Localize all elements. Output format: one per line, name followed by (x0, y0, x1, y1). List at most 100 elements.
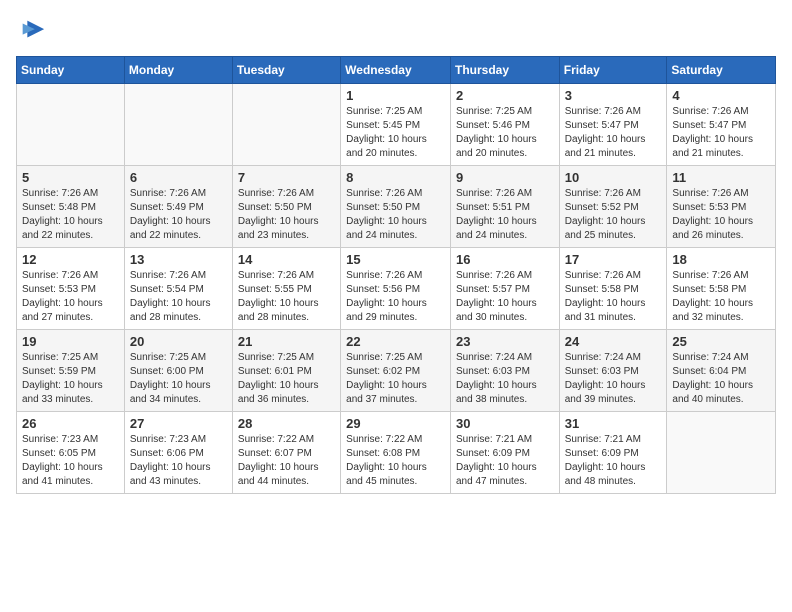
day-number: 18 (672, 252, 770, 267)
day-number: 13 (130, 252, 227, 267)
weekday-header-monday: Monday (124, 57, 232, 84)
day-info: Sunrise: 7:25 AMSunset: 5:59 PMDaylight:… (22, 351, 119, 407)
day-cell-24: 24Sunrise: 7:24 AMSunset: 6:03 PMDayligh… (559, 330, 667, 412)
day-cell-30: 30Sunrise: 7:21 AMSunset: 6:09 PMDayligh… (450, 412, 559, 494)
day-number: 4 (672, 88, 770, 103)
day-number: 22 (346, 334, 445, 349)
day-cell-15: 15 Sunrise: 7:26 AMSunset: 5:56 PMDayligh… (341, 248, 451, 330)
day-cell-29: 29 Sunrise: 7:22 AMSunset: 6:08 PMDayligh… (341, 412, 451, 494)
day-info: Sunrise: 7:26 AMSunset: 5:50 PMDaylight:… (346, 187, 445, 243)
day-info: Sunrise: 7:25 AMSunset: 6:02 PMDaylight:… (346, 351, 445, 407)
day-cell-2: 2 Sunrise: 7:25 AMSunset: 5:46 PMDaylight… (450, 84, 559, 166)
day-cell-1: 1 Sunrise: 7:25 AMSunset: 5:45 PMDaylight… (341, 84, 451, 166)
day-info: Sunrise: 7:26 AMSunset: 5:51 PMDaylight:… (456, 187, 554, 243)
day-number: 24 (565, 334, 662, 349)
week-row-1: 1 Sunrise: 7:25 AMSunset: 5:45 PMDaylight… (17, 84, 776, 166)
logo (16, 16, 46, 44)
day-cell-4: 4 Sunrise: 7:26 AMSunset: 5:47 PMDaylight… (667, 84, 776, 166)
week-row-4: 19 Sunrise: 7:25 AMSunset: 5:59 PMDayligh… (17, 330, 776, 412)
weekday-header-saturday: Saturday (667, 57, 776, 84)
day-number: 12 (22, 252, 119, 267)
weekday-header-tuesday: Tuesday (232, 57, 340, 84)
day-cell-8: 8 Sunrise: 7:26 AMSunset: 5:50 PMDaylight… (341, 166, 451, 248)
day-cell-19: 19 Sunrise: 7:25 AMSunset: 5:59 PMDayligh… (17, 330, 125, 412)
day-number: 28 (238, 416, 335, 431)
day-number: 1 (346, 88, 445, 103)
day-number: 14 (238, 252, 335, 267)
day-info: Sunrise: 7:24 AMSunset: 6:03 PMDaylight:… (456, 351, 554, 407)
day-cell-21: 21 Sunrise: 7:25 AMSunset: 6:01 PMDayligh… (232, 330, 340, 412)
day-cell-27: 27 Sunrise: 7:23 AMSunset: 6:06 PMDayligh… (124, 412, 232, 494)
day-cell-7: 7Sunrise: 7:26 AMSunset: 5:50 PMDaylight… (232, 166, 340, 248)
day-cell-18: 18 Sunrise: 7:26 AMSunset: 5:58 PMDayligh… (667, 248, 776, 330)
day-cell-5: 5 Sunrise: 7:26 AMSunset: 5:48 PMDaylight… (17, 166, 125, 248)
day-info: Sunrise: 7:26 AMSunset: 5:58 PMDaylight:… (565, 269, 662, 325)
day-cell-12: 12Sunrise: 7:26 AMSunset: 5:53 PMDayligh… (17, 248, 125, 330)
day-number: 26 (22, 416, 119, 431)
day-info: Sunrise: 7:26 AMSunset: 5:53 PMDaylight:… (672, 187, 770, 243)
day-number: 11 (672, 170, 770, 185)
day-info: Sunrise: 7:26 AMSunset: 5:52 PMDaylight:… (565, 187, 662, 243)
day-number: 5 (22, 170, 119, 185)
empty-cell (124, 84, 232, 166)
week-row-2: 5 Sunrise: 7:26 AMSunset: 5:48 PMDaylight… (17, 166, 776, 248)
logo-icon (18, 16, 46, 44)
day-number: 3 (565, 88, 662, 103)
calendar-table: SundayMondayTuesdayWednesdayThursdayFrid… (16, 56, 776, 494)
weekday-header-wednesday: Wednesday (341, 57, 451, 84)
day-cell-28: 28Sunrise: 7:22 AMSunset: 6:07 PMDayligh… (232, 412, 340, 494)
day-cell-23: 23Sunrise: 7:24 AMSunset: 6:03 PMDayligh… (450, 330, 559, 412)
day-cell-9: 9 Sunrise: 7:26 AMSunset: 5:51 PMDaylight… (450, 166, 559, 248)
day-info: Sunrise: 7:26 AMSunset: 5:58 PMDaylight:… (672, 269, 770, 325)
day-info: Sunrise: 7:26 AMSunset: 5:47 PMDaylight:… (672, 105, 770, 161)
day-number: 7 (238, 170, 335, 185)
day-info: Sunrise: 7:23 AMSunset: 6:06 PMDaylight:… (130, 433, 227, 489)
day-info: Sunrise: 7:26 AMSunset: 5:57 PMDaylight:… (456, 269, 554, 325)
day-info: Sunrise: 7:23 AMSunset: 6:05 PMDaylight:… (22, 433, 119, 489)
day-cell-16: 16 Sunrise: 7:26 AMSunset: 5:57 PMDayligh… (450, 248, 559, 330)
day-cell-26: 26 Sunrise: 7:23 AMSunset: 6:05 PMDayligh… (17, 412, 125, 494)
day-number: 25 (672, 334, 770, 349)
day-number: 15 (346, 252, 445, 267)
day-number: 16 (456, 252, 554, 267)
weekday-header-row: SundayMondayTuesdayWednesdayThursdayFrid… (17, 57, 776, 84)
day-cell-10: 10Sunrise: 7:26 AMSunset: 5:52 PMDayligh… (559, 166, 667, 248)
day-info: Sunrise: 7:26 AMSunset: 5:47 PMDaylight:… (565, 105, 662, 161)
day-number: 20 (130, 334, 227, 349)
day-number: 9 (456, 170, 554, 185)
day-info: Sunrise: 7:21 AMSunset: 6:09 PMDaylight:… (565, 433, 662, 489)
day-cell-20: 20Sunrise: 7:25 AMSunset: 6:00 PMDayligh… (124, 330, 232, 412)
day-number: 30 (456, 416, 554, 431)
day-number: 21 (238, 334, 335, 349)
day-cell-3: 3 Sunrise: 7:26 AMSunset: 5:47 PMDaylight… (559, 84, 667, 166)
day-number: 31 (565, 416, 662, 431)
day-number: 17 (565, 252, 662, 267)
day-info: Sunrise: 7:26 AMSunset: 5:49 PMDaylight:… (130, 187, 227, 243)
day-info: Sunrise: 7:24 AMSunset: 6:04 PMDaylight:… (672, 351, 770, 407)
week-row-3: 12Sunrise: 7:26 AMSunset: 5:53 PMDayligh… (17, 248, 776, 330)
weekday-header-thursday: Thursday (450, 57, 559, 84)
day-info: Sunrise: 7:26 AMSunset: 5:56 PMDaylight:… (346, 269, 445, 325)
day-number: 2 (456, 88, 554, 103)
day-info: Sunrise: 7:25 AMSunset: 5:45 PMDaylight:… (346, 105, 445, 161)
page-header (16, 16, 776, 44)
day-cell-14: 14Sunrise: 7:26 AMSunset: 5:55 PMDayligh… (232, 248, 340, 330)
empty-cell (17, 84, 125, 166)
day-info: Sunrise: 7:26 AMSunset: 5:54 PMDaylight:… (130, 269, 227, 325)
day-cell-22: 22 Sunrise: 7:25 AMSunset: 6:02 PMDayligh… (341, 330, 451, 412)
day-number: 6 (130, 170, 227, 185)
weekday-header-sunday: Sunday (17, 57, 125, 84)
day-number: 27 (130, 416, 227, 431)
day-cell-13: 13 Sunrise: 7:26 AMSunset: 5:54 PMDayligh… (124, 248, 232, 330)
day-info: Sunrise: 7:25 AMSunset: 6:01 PMDaylight:… (238, 351, 335, 407)
day-info: Sunrise: 7:22 AMSunset: 6:08 PMDaylight:… (346, 433, 445, 489)
day-cell-25: 25 Sunrise: 7:24 AMSunset: 6:04 PMDayligh… (667, 330, 776, 412)
day-number: 29 (346, 416, 445, 431)
week-row-5: 26 Sunrise: 7:23 AMSunset: 6:05 PMDayligh… (17, 412, 776, 494)
day-info: Sunrise: 7:25 AMSunset: 5:46 PMDaylight:… (456, 105, 554, 161)
day-cell-17: 17 Sunrise: 7:26 AMSunset: 5:58 PMDayligh… (559, 248, 667, 330)
day-number: 8 (346, 170, 445, 185)
day-number: 19 (22, 334, 119, 349)
day-info: Sunrise: 7:26 AMSunset: 5:48 PMDaylight:… (22, 187, 119, 243)
day-cell-31: 31 Sunrise: 7:21 AMSunset: 6:09 PMDayligh… (559, 412, 667, 494)
